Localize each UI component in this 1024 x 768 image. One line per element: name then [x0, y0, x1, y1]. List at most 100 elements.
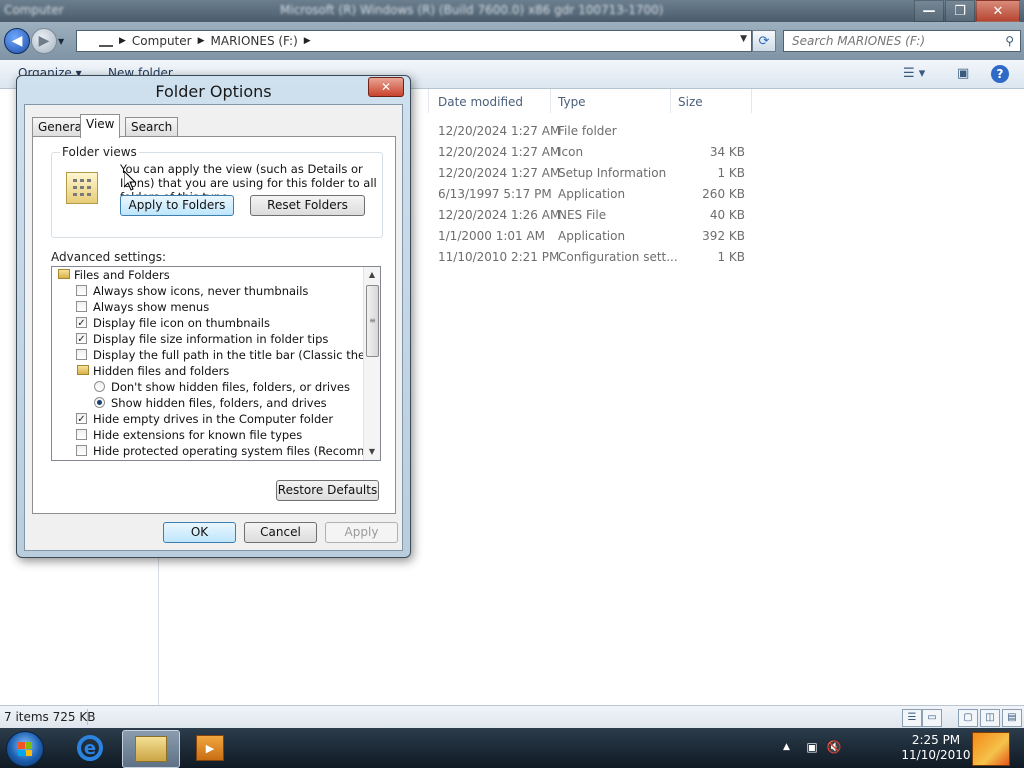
- layout-reading-icon[interactable]: ▤: [1002, 709, 1022, 727]
- column-type[interactable]: Type: [558, 95, 586, 109]
- file-type: Application: [558, 187, 626, 201]
- list-item[interactable]: Always show icons, never thumbnails: [74, 283, 366, 299]
- thumbnail-view-icon[interactable]: ▭: [922, 709, 942, 727]
- advanced-item-label: Hide empty drives in the Computer folder: [93, 412, 334, 426]
- breadcrumb-computer[interactable]: Computer: [132, 34, 192, 48]
- preview-pane-icon[interactable]: ▣: [957, 66, 969, 81]
- tab-view[interactable]: View: [80, 114, 121, 138]
- advanced-item-label: Always show icons, never thumbnails: [93, 284, 309, 298]
- folder-icon: [58, 269, 70, 279]
- taskbar-media-player[interactable]: ▶: [182, 730, 238, 766]
- list-item[interactable]: Hide extensions for known file types: [74, 427, 366, 443]
- chevron-right-icon[interactable]: ▶: [119, 36, 126, 46]
- checkbox-checked[interactable]: ✓: [76, 317, 87, 329]
- show-hidden-icons-icon[interactable]: ▲: [783, 742, 790, 752]
- file-size: 1 KB: [717, 250, 745, 264]
- address-row: ◀ ▶ ▼ ▶ Computer ▶ MARIONES (F:) ▶ ▼ ⟳ ⚲: [0, 22, 1024, 60]
- apply-to-folders-button[interactable]: Apply to Folders: [120, 195, 234, 216]
- layout-single-icon[interactable]: ▢: [958, 709, 978, 727]
- taskbar-windows-explorer[interactable]: [122, 730, 180, 768]
- search-input[interactable]: [790, 33, 994, 49]
- radio-button[interactable]: [94, 381, 105, 392]
- column-size[interactable]: Size: [678, 95, 703, 109]
- file-date: 11/10/2010 2:21 PM: [438, 250, 560, 264]
- taskbar-internet-explorer[interactable]: e: [62, 730, 118, 766]
- checkbox[interactable]: [76, 301, 87, 312]
- tab-search[interactable]: Search: [125, 117, 179, 137]
- scroll-up-icon[interactable]: ▲: [364, 267, 380, 283]
- list-item[interactable]: Always show menus: [74, 299, 366, 315]
- list-item[interactable]: Don't show hidden files, folders, or dri…: [92, 379, 366, 395]
- minimize-button[interactable]: —: [914, 0, 944, 22]
- list-item[interactable]: Show hidden files, folders, and drives: [92, 395, 366, 411]
- checkbox[interactable]: [76, 349, 87, 360]
- advanced-item-label: Don't show hidden files, folders, or dri…: [111, 380, 351, 394]
- list-item[interactable]: Display the full path in the title bar (…: [74, 347, 380, 363]
- file-size: 34 KB: [709, 145, 745, 159]
- search-box[interactable]: ⚲: [783, 30, 1021, 52]
- column-divider[interactable]: [751, 89, 752, 113]
- file-type: Configuration sett...: [558, 250, 678, 264]
- close-button[interactable]: ✕: [976, 0, 1020, 22]
- checkbox[interactable]: [76, 445, 87, 456]
- restore-defaults-button[interactable]: Restore Defaults: [276, 480, 379, 501]
- folder-views-icon: [66, 172, 98, 204]
- advanced-item-label: Display file size information in folder …: [93, 332, 329, 346]
- status-divider: [87, 709, 88, 725]
- column-divider[interactable]: [428, 89, 429, 113]
- recent-pages-dropdown-icon[interactable]: ▼: [58, 37, 64, 46]
- checkbox[interactable]: [76, 429, 87, 440]
- advanced-item-label: Display the full path in the title bar (…: [93, 348, 380, 362]
- details-view-icon[interactable]: ☰: [902, 709, 922, 727]
- breadcrumb-drive[interactable]: MARIONES (F:): [211, 34, 298, 48]
- advanced-item-label: Show hidden files, folders, and drives: [111, 396, 327, 410]
- refresh-button[interactable]: ⟳: [752, 30, 776, 52]
- search-icon[interactable]: ⚲: [1005, 34, 1014, 48]
- layout-split-icon[interactable]: ◫: [980, 709, 1000, 727]
- window-left-title: Computer: [4, 3, 64, 17]
- apply-button: Apply: [325, 522, 398, 543]
- dialog-title: Folder Options: [155, 82, 272, 101]
- dialog-close-button[interactable]: ✕: [368, 77, 404, 97]
- ok-button[interactable]: OK: [163, 522, 236, 543]
- checkbox-checked[interactable]: ✓: [76, 413, 87, 425]
- list-item[interactable]: Hide protected operating system files (R…: [74, 443, 380, 459]
- forward-arrow-icon: ▶: [38, 33, 50, 49]
- show-desktop-button[interactable]: [972, 732, 1010, 766]
- address-bar[interactable]: ▶ Computer ▶ MARIONES (F:) ▶ ▼: [76, 30, 752, 52]
- start-button[interactable]: [6, 731, 44, 767]
- column-date-modified[interactable]: Date modified: [438, 95, 523, 109]
- chevron-right-icon[interactable]: ▶: [304, 36, 311, 46]
- list-item[interactable]: ✓ Hide empty drives in the Computer fold…: [74, 411, 366, 427]
- file-type: File folder: [558, 124, 617, 138]
- forward-button[interactable]: ▶: [31, 28, 57, 54]
- radio-button-selected[interactable]: [94, 397, 105, 408]
- advanced-item-label: Files and Folders: [74, 268, 170, 282]
- list-item[interactable]: ✓ Display file icon on thumbnails: [74, 315, 366, 331]
- taskbar-clock[interactable]: 2:25 PM 11/10/2010: [900, 733, 972, 763]
- view-options-icon[interactable]: ☰ ▾: [903, 66, 925, 81]
- checkbox-checked[interactable]: ✓: [76, 333, 87, 345]
- address-dropdown-icon[interactable]: ▼: [740, 34, 747, 44]
- maximize-button[interactable]: ❐: [945, 0, 975, 22]
- chevron-right-icon[interactable]: ▶: [198, 36, 205, 46]
- taskbar: e ▶ ▲ ▣ 🔇 2:25 PM 11/10/2010: [0, 728, 1024, 768]
- advanced-settings-list[interactable]: Files and Folders Always show icons, nev…: [51, 266, 381, 461]
- cancel-button[interactable]: Cancel: [244, 522, 317, 543]
- network-icon[interactable]: ▣: [804, 740, 820, 756]
- help-icon[interactable]: ?: [991, 65, 1009, 83]
- back-button[interactable]: ◀: [4, 28, 30, 54]
- media-player-icon: ▶: [196, 735, 224, 761]
- volume-muted-icon[interactable]: 🔇: [826, 740, 842, 756]
- file-type: Icon: [558, 145, 584, 159]
- status-item-count: 7 items 725 KB: [4, 710, 96, 724]
- column-divider[interactable]: [550, 89, 551, 113]
- file-type: Application: [558, 229, 626, 243]
- list-item[interactable]: ✓ Display file size information in folde…: [74, 331, 366, 347]
- advanced-settings-scrollbar[interactable]: ▲ ≡ ▼: [363, 267, 380, 460]
- reset-folders-button[interactable]: Reset Folders: [250, 195, 365, 216]
- column-divider[interactable]: [670, 89, 671, 113]
- scroll-down-icon[interactable]: ▼: [364, 444, 380, 460]
- checkbox[interactable]: [76, 285, 87, 296]
- scrollbar-thumb[interactable]: ≡: [366, 285, 379, 357]
